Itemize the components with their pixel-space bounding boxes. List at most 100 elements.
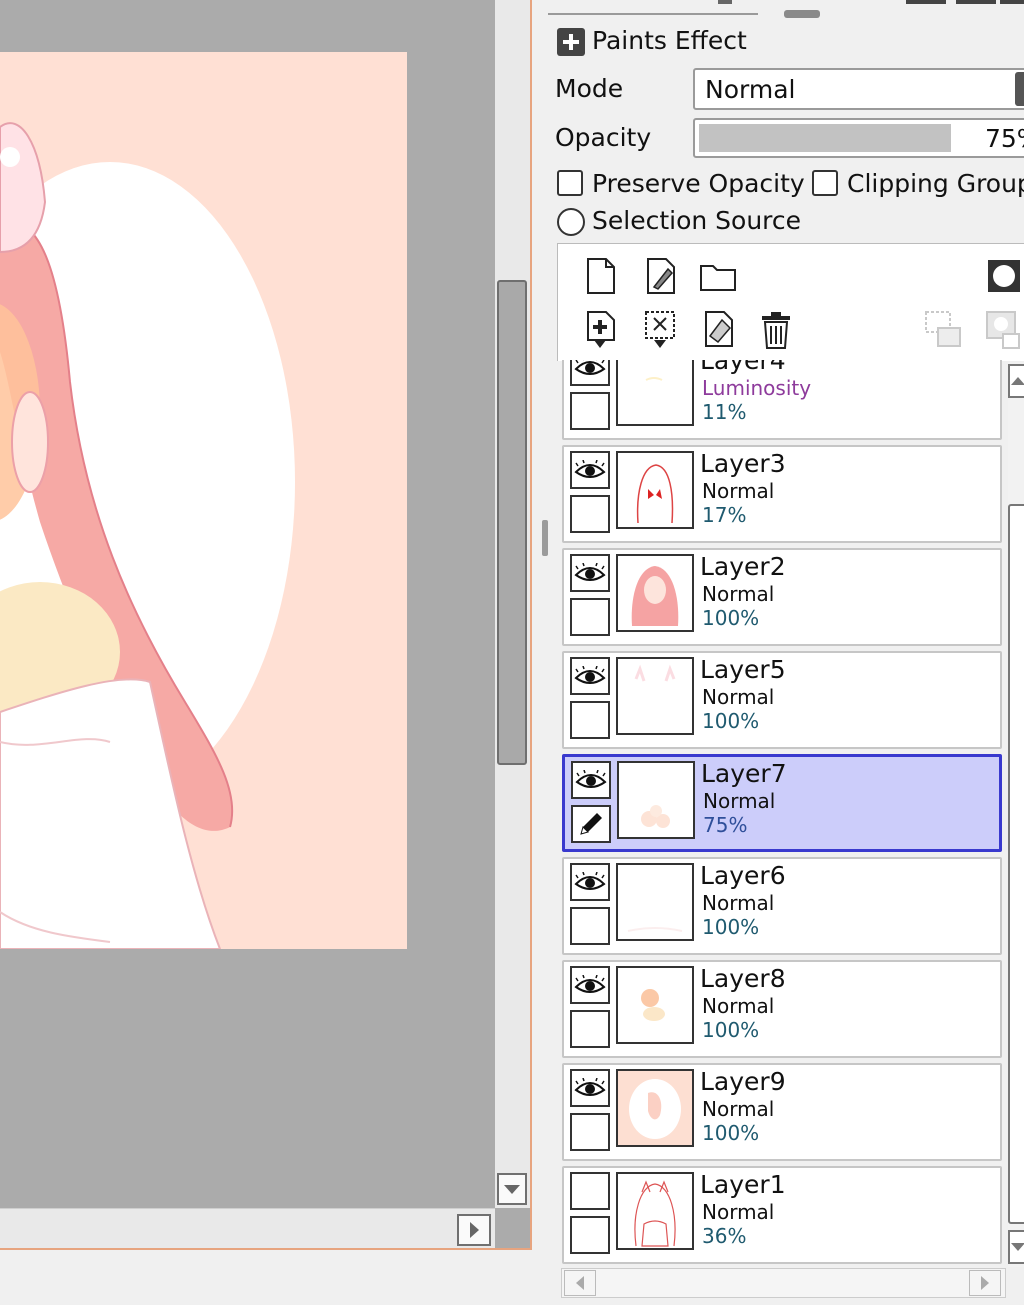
scroll-up-button[interactable]: [1008, 364, 1024, 398]
edit-lock-toggle[interactable]: [570, 907, 610, 945]
panel-top-edge: [548, 0, 1024, 18]
pencil-icon: [580, 813, 602, 835]
eye-icon: [574, 563, 606, 581]
layer-name: Layer5: [700, 655, 786, 684]
layer-row-layer2[interactable]: Layer2 Normal 100%: [562, 548, 1002, 646]
eye-icon: [574, 1078, 606, 1096]
visibility-toggle[interactable]: [570, 1172, 610, 1210]
layer-name: Layer6: [700, 861, 786, 890]
layer-toolbar: [557, 243, 1024, 361]
edit-lock-toggle[interactable]: [570, 1216, 610, 1254]
layer-row-layer4[interactable]: Layer4 Luminosity 11%: [562, 360, 1002, 440]
canvas-vertical-scroll-thumb[interactable]: [497, 280, 527, 765]
layer-mask-icon[interactable]: [984, 256, 1024, 296]
layer-name: Layer4: [700, 360, 786, 375]
layer-name: Layer9: [700, 1067, 786, 1096]
clipping-group-checkbox[interactable]: [812, 170, 838, 196]
eye-icon: [574, 666, 606, 684]
visibility-toggle[interactable]: [570, 863, 610, 901]
opacity-value: 75%: [985, 124, 1024, 153]
new-layer-icon[interactable]: [580, 256, 620, 296]
opacity-slider-fill: [699, 124, 951, 152]
layer-row-layer8[interactable]: Layer8 Normal 100%: [562, 960, 1002, 1058]
layer-row-layer3[interactable]: Layer3 Normal 17%: [562, 445, 1002, 543]
layer-blend-mode: Normal: [702, 582, 775, 606]
edit-lock-toggle[interactable]: [570, 495, 610, 533]
paints-effect-label[interactable]: Paints Effect: [592, 26, 747, 55]
arrow-right-icon: [981, 1276, 989, 1290]
visibility-toggle[interactable]: [570, 657, 610, 695]
layer-opacity: 11%: [702, 400, 747, 424]
layer-thumbnail: [616, 451, 694, 529]
layer-blend-mode: Luminosity: [702, 376, 812, 400]
layer-list-horizontal-scrollbar[interactable]: [561, 1268, 1006, 1298]
layer-opacity: 75%: [703, 813, 748, 837]
artwork-canvas[interactable]: [0, 52, 407, 949]
blend-mode-value: Normal: [705, 75, 796, 104]
merge-down-icon[interactable]: [640, 310, 680, 350]
blend-mode-select[interactable]: Normal: [693, 68, 1024, 110]
edit-lock-toggle[interactable]: [570, 598, 610, 636]
arrow-up-icon: [1011, 377, 1024, 385]
new-folder-icon[interactable]: [698, 256, 738, 296]
selection-source-radio[interactable]: [557, 208, 585, 236]
mode-label: Mode: [555, 74, 624, 103]
layer-blend-mode: Normal: [702, 685, 775, 709]
layer-list[interactable]: Layer4 Luminosity 11% Layer3 Normal 17%: [557, 360, 1009, 1265]
canvas-viewport[interactable]: [0, 0, 532, 1250]
scroll-right-button[interactable]: [969, 1270, 1001, 1296]
selection-source-label[interactable]: Selection Source: [592, 206, 801, 235]
layer-list-vertical-scrollbar[interactable]: [1008, 362, 1024, 1267]
scroll-down-button[interactable]: [1008, 1230, 1024, 1264]
layer-name: Layer7: [701, 759, 787, 788]
visibility-toggle[interactable]: [570, 554, 610, 592]
layer-thumbnail: [616, 1069, 694, 1147]
clipping-group-label[interactable]: Clipping Group: [847, 169, 1024, 198]
layer-name: Layer3: [700, 449, 786, 478]
scroll-down-button[interactable]: [497, 1173, 527, 1205]
edit-lock-toggle[interactable]: [570, 1113, 610, 1151]
scroll-left-button[interactable]: [564, 1270, 596, 1296]
layer-row-layer7[interactable]: Layer7 Normal 75%: [562, 754, 1002, 852]
layer-thumbnail: [616, 1172, 694, 1250]
layer-row-layer6[interactable]: Layer6 Normal 100%: [562, 857, 1002, 955]
transfer-down-icon[interactable]: [580, 310, 620, 350]
layer-thumbnail: [617, 761, 695, 839]
visibility-toggle[interactable]: [570, 451, 610, 489]
opacity-slider[interactable]: 75%: [693, 118, 1024, 158]
edit-lock-toggle[interactable]: [570, 1010, 610, 1048]
visibility-toggle[interactable]: [570, 360, 610, 386]
preserve-opacity-checkbox[interactable]: [557, 170, 583, 196]
layer-row-layer5[interactable]: Layer5 Normal 100%: [562, 651, 1002, 749]
preserve-opacity-label[interactable]: Preserve Opacity: [592, 169, 805, 198]
layer-blend-mode: Normal: [703, 789, 776, 813]
dropdown-arrow-icon[interactable]: [1015, 72, 1024, 106]
mask-transfer-icon: [924, 310, 964, 350]
layer-name: Layer2: [700, 552, 786, 581]
edit-lock-toggle[interactable]: [571, 805, 611, 843]
eye-icon: [574, 975, 606, 993]
layer-list-scroll-thumb[interactable]: [1008, 504, 1024, 1224]
visibility-toggle[interactable]: [571, 761, 611, 799]
edit-lock-toggle[interactable]: [570, 701, 610, 739]
layer-thumbnail: [616, 966, 694, 1044]
new-pen-layer-icon[interactable]: [640, 256, 680, 296]
expand-plus-icon[interactable]: [557, 28, 585, 56]
layer-thumbnail: [616, 657, 694, 735]
canvas-horizontal-scrollbar[interactable]: [0, 1208, 495, 1248]
edit-lock-toggle[interactable]: [570, 392, 610, 430]
layer-opacity: 100%: [702, 709, 760, 733]
mask-add-icon: [984, 310, 1024, 350]
layer-row-layer1[interactable]: Layer1 Normal 36%: [562, 1166, 1002, 1264]
layer-blend-mode: Normal: [702, 891, 775, 915]
visibility-toggle[interactable]: [570, 1069, 610, 1107]
layer-blend-mode: Normal: [702, 1200, 775, 1224]
scroll-right-button[interactable]: [457, 1214, 491, 1246]
canvas-vertical-scrollbar[interactable]: [495, 0, 530, 1208]
visibility-toggle[interactable]: [570, 966, 610, 1004]
layer-row-layer9[interactable]: Layer9 Normal 100%: [562, 1063, 1002, 1161]
eye-icon: [575, 770, 607, 788]
clear-layer-icon[interactable]: [698, 310, 738, 350]
trash-icon[interactable]: [756, 310, 796, 350]
layer-opacity: 100%: [702, 1018, 760, 1042]
